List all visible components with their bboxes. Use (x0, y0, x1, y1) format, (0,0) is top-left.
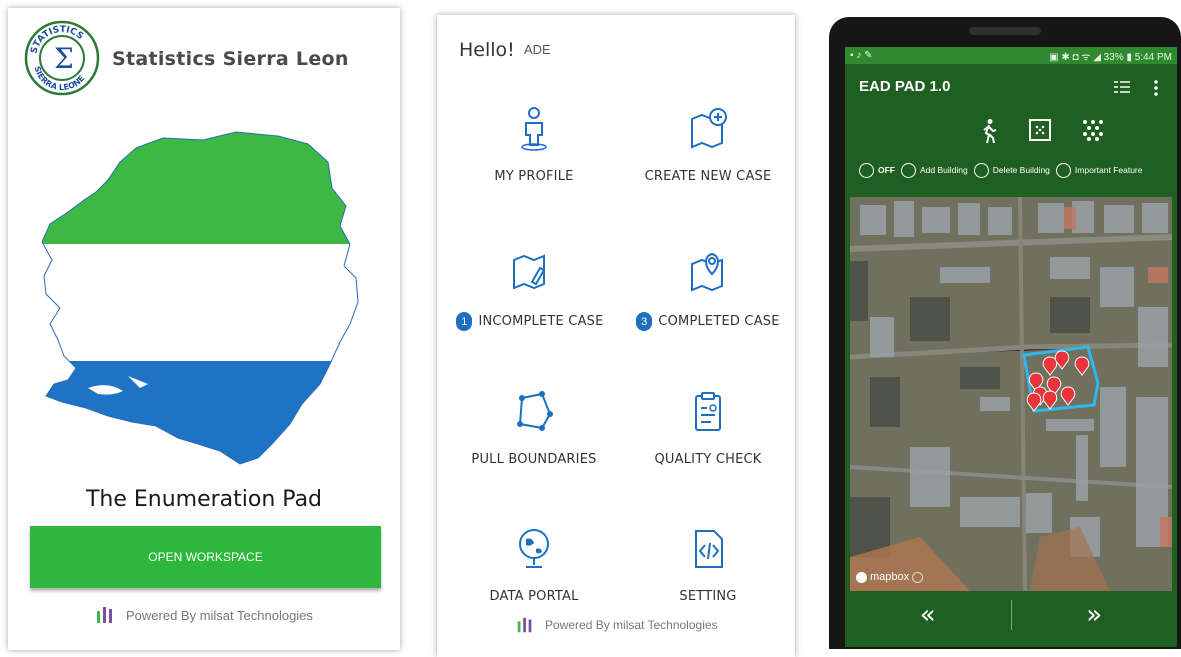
grid-box-icon[interactable] (1028, 118, 1052, 142)
tile-incomplete-case[interactable]: 1 INCOMPLETE CASE (441, 250, 619, 331)
tile-my-profile[interactable]: MY PROFILE (445, 107, 623, 184)
profile-icon (521, 107, 547, 151)
powered-by-footer: Powered By milsat Technologies (515, 613, 718, 637)
walk-icon[interactable] (979, 118, 999, 144)
code-file-icon (695, 530, 723, 568)
radio-label: Delete Building (992, 165, 1050, 175)
mapbox-logo-icon (856, 571, 867, 583)
status-bar: ▪ ♪ ✎ ▣ ✱ ◘ ᯤ ◢ 33% ▮ 5:44 PM (845, 47, 1177, 64)
mode-off-radio[interactable]: OFF (859, 162, 895, 178)
username: ADE (524, 42, 551, 57)
list-icon[interactable] (1113, 80, 1131, 96)
map-pin-icon (691, 252, 723, 292)
radio-circle (973, 162, 989, 178)
splash-screen: STATISTICS SIERRA LEONE Σ Statistics Sie… (8, 8, 400, 650)
sierra-leone-flag-map (41, 131, 359, 465)
tile-pull-boundaries[interactable]: PULL BOUNDARIES (445, 390, 623, 467)
open-workspace-button[interactable]: OPEN WORKSPACE (30, 526, 381, 588)
dots-pattern-icon[interactable] (1081, 118, 1105, 142)
radio-label: Important Feature (1074, 165, 1143, 175)
incomplete-count-badge: 1 (456, 312, 473, 331)
radio-circle (859, 162, 874, 178)
tile-label: CREATE NEW CASE (644, 169, 772, 184)
tile-label: SETTING (679, 589, 737, 604)
satellite-map[interactable]: mapbox (850, 197, 1172, 591)
mode-add-building-radio[interactable]: Add Building (901, 162, 968, 178)
powered-by-footer: Powered By milsat Technologies (94, 600, 313, 630)
tile-label: DATA PORTAL (489, 589, 579, 604)
satellite-imagery (850, 197, 1172, 591)
status-right-info: ▣ ✱ ◘ ᯤ ◢ 33% ▮ 5:44 PM (1049, 51, 1172, 63)
stats-sl-logo: STATISTICS SIERRA LEONE Σ (24, 20, 100, 96)
status-left-icons: ▪ ♪ ✎ (850, 50, 873, 61)
app-bar: EAD PAD 1.0 (845, 64, 1177, 112)
tile-quality-check[interactable]: QUALITY CHECK (619, 390, 795, 467)
milsat-logo-icon (97, 607, 112, 623)
svg-text:Σ: Σ (54, 42, 74, 75)
app-title: The Enumeration Pad (85, 487, 323, 512)
radio-circle (901, 162, 916, 178)
phone-device: ▪ ♪ ✎ ▣ ✱ ◘ ᯤ ◢ 33% ▮ 5:44 PM EAD PAD 1.… (829, 17, 1181, 649)
globe-icon (519, 529, 549, 568)
tile-label: PULL BOUNDARIES (471, 452, 597, 467)
tile-create-new-case[interactable]: CREATE NEW CASE (619, 107, 795, 184)
tile-label: MY PROFILE (494, 169, 574, 184)
phone-speaker (969, 27, 1041, 35)
milsat-logo-icon (517, 617, 532, 633)
map-screen: ▪ ♪ ✎ ▣ ✱ ◘ ᯤ ◢ 33% ▮ 5:44 PM EAD PAD 1.… (845, 47, 1177, 647)
clipboard-icon (695, 392, 721, 431)
mapbox-attribution[interactable]: mapbox (856, 571, 924, 583)
completed-count-badge: 3 (636, 312, 653, 331)
mapbox-label: mapbox (870, 571, 910, 583)
tile-setting[interactable]: SETTING (619, 527, 795, 604)
polygon-icon (517, 391, 553, 431)
dashboard-screen: Hello! ADE MY PROFILE CREATE NEW CASE 1 … (437, 15, 795, 657)
mode-radio-group: OFF Add Building Delete Building Importa… (845, 159, 1177, 181)
app-bar-title: EAD PAD 1.0 (859, 78, 951, 95)
map-add-icon (691, 108, 727, 149)
tile-data-portal[interactable]: DATA PORTAL (445, 527, 623, 604)
more-vert-icon[interactable] (1153, 79, 1159, 97)
mode-delete-building-radio[interactable]: Delete Building (973, 162, 1050, 178)
powered-by-text: Powered By milsat Technologies (126, 607, 313, 623)
map-tools (845, 113, 1177, 151)
tile-completed-case[interactable]: 3 COMPLETED CASE (619, 250, 795, 331)
map-edit-icon (513, 254, 546, 290)
radio-label: Add Building (920, 165, 968, 175)
mode-important-feature-radio[interactable]: Important Feature (1055, 162, 1143, 178)
tile-label: 3 COMPLETED CASE (636, 312, 779, 331)
next-button[interactable]: » (1012, 596, 1178, 634)
radio-circle (1055, 162, 1071, 178)
tile-label: 1 INCOMPLETE CASE (456, 312, 603, 331)
greeting: Hello! (459, 39, 515, 61)
tile-label-text: INCOMPLETE CASE (478, 314, 604, 329)
org-name: Statistics Sierra Leon (112, 48, 349, 70)
prev-button[interactable]: « (845, 596, 1011, 634)
bottom-nav: « » (845, 596, 1177, 634)
powered-by-text: Powered By milsat Technologies (545, 618, 718, 632)
tile-label-text: COMPLETED CASE (658, 314, 780, 329)
radio-label: OFF (878, 165, 895, 175)
tile-label: QUALITY CHECK (654, 452, 762, 467)
info-icon[interactable] (912, 571, 924, 583)
